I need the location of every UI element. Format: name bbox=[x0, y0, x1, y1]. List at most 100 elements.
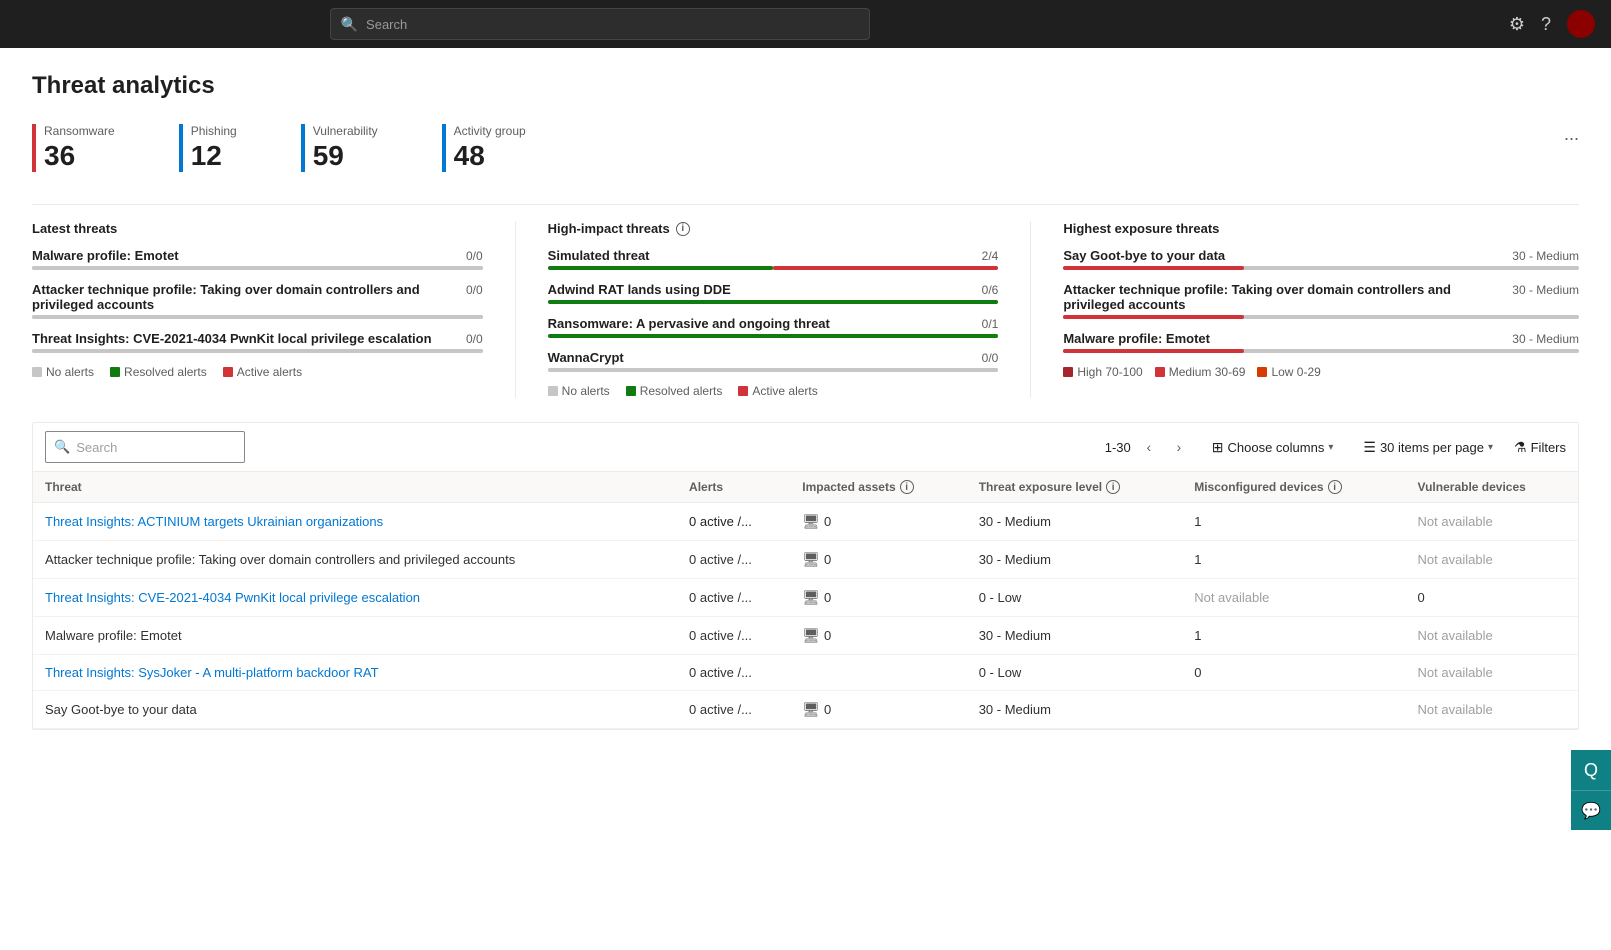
high-impact-item-4: WannaCrypt 0/0 bbox=[548, 350, 999, 372]
table-row: Threat Insights: ACTINIUM targets Ukrain… bbox=[33, 503, 1578, 541]
col-impacted[interactable]: Impacted assets i bbox=[790, 472, 966, 503]
cell-threat-1[interactable]: Threat Insights: ACTINIUM targets Ukrain… bbox=[33, 503, 677, 541]
settings-icon[interactable]: ⚙ bbox=[1509, 14, 1525, 35]
pagination-range: 1-30 bbox=[1105, 440, 1131, 455]
cell-misconfigured-5: 0 bbox=[1182, 655, 1405, 691]
misconfigured-info-icon[interactable]: i bbox=[1328, 480, 1342, 494]
stat-vulnerability-label: Vulnerability bbox=[313, 124, 378, 138]
section-divider bbox=[32, 204, 1579, 205]
choose-columns-button[interactable]: ⊞ Choose columns ▾ bbox=[1203, 434, 1343, 461]
latest-threat-name-2: Attacker technique profile: Taking over … bbox=[32, 282, 466, 312]
cell-alerts-4: 0 active /... bbox=[677, 617, 790, 655]
table-wrapper: Threat Alerts Impacted assets i bbox=[33, 472, 1578, 729]
stat-ransomware: Ransomware 36 bbox=[32, 124, 147, 172]
floating-chat-button[interactable]: Q bbox=[1571, 750, 1611, 790]
high-impact-name-1: Simulated threat bbox=[548, 248, 982, 263]
cell-threat-2: Attacker technique profile: Taking over … bbox=[33, 541, 677, 579]
latest-threat-item-2: Attacker technique profile: Taking over … bbox=[32, 282, 483, 319]
latest-threat-item-3: Threat Insights: CVE-2021-4034 PwnKit lo… bbox=[32, 331, 483, 353]
filters-button[interactable]: ⚗ Filters bbox=[1514, 439, 1566, 456]
latest-threats-title: Latest threats bbox=[32, 221, 483, 236]
search-icon: 🔍 bbox=[341, 16, 358, 33]
high-impact-score-4: 0/0 bbox=[982, 351, 999, 365]
pagination-prev-button[interactable]: ‹ bbox=[1137, 435, 1161, 459]
exposure-item-2: Attacker technique profile: Taking over … bbox=[1063, 282, 1579, 319]
exposure-item-1: Say Goot-bye to your data 30 - Medium bbox=[1063, 248, 1579, 270]
col-alerts[interactable]: Alerts bbox=[677, 472, 790, 503]
high-impact-item-1: Simulated threat 2/4 bbox=[548, 248, 999, 270]
cell-vulnerable-3: 0 bbox=[1406, 579, 1578, 617]
main-content: Threat analytics Ransomware 36 Phishing … bbox=[0, 48, 1611, 950]
legend-dot-green bbox=[110, 367, 120, 377]
exposure-legend-high: High 70-100 bbox=[1063, 365, 1142, 379]
table-row: Say Goot-bye to your data 0 active /... … bbox=[33, 691, 1578, 729]
high-impact-legend-no: No alerts bbox=[548, 384, 610, 398]
stat-ransomware-value: 36 bbox=[44, 140, 115, 172]
legend-dot-green-hi bbox=[626, 386, 636, 396]
stat-phishing: Phishing 12 bbox=[179, 124, 269, 172]
legend-resolved-alerts: Resolved alerts bbox=[110, 365, 207, 379]
pagination-next-button[interactable]: › bbox=[1167, 435, 1191, 459]
cell-impacted-1: 🖥 0 bbox=[790, 503, 966, 541]
cell-impacted-5 bbox=[790, 655, 966, 691]
exposure-bar-2 bbox=[1063, 315, 1579, 319]
cell-impacted-6: 🖥 0 bbox=[790, 691, 966, 729]
cell-exposure-6: 30 - Medium bbox=[967, 691, 1183, 729]
table-search-bar[interactable]: 🔍 bbox=[45, 431, 245, 463]
items-per-page-button[interactable]: ☰ 30 items per page ▾ bbox=[1354, 434, 1502, 461]
col-exposure[interactable]: Threat exposure level i bbox=[967, 472, 1183, 503]
legend-dot-orange bbox=[1257, 367, 1267, 377]
choose-columns-chevron: ▾ bbox=[1328, 442, 1333, 453]
latest-threats-legend: No alerts Resolved alerts Active alerts bbox=[32, 365, 483, 379]
cell-misconfigured-6 bbox=[1182, 691, 1405, 729]
help-icon[interactable]: ? bbox=[1541, 14, 1551, 35]
legend-dot-red-exp bbox=[1155, 367, 1165, 377]
topbar: 🔍 ⚙ ? bbox=[0, 0, 1611, 48]
topbar-search-input[interactable] bbox=[366, 17, 859, 32]
high-impact-name-3: Ransomware: A pervasive and ongoing thre… bbox=[548, 316, 982, 331]
floating-message-button[interactable]: 💬 bbox=[1571, 790, 1611, 830]
stat-activity-value: 48 bbox=[454, 140, 526, 172]
cell-vulnerable-6: Not available bbox=[1406, 691, 1578, 729]
cell-misconfigured-1: 1 bbox=[1182, 503, 1405, 541]
more-options-button[interactable]: ... bbox=[1564, 124, 1579, 145]
cell-threat-6: Say Goot-bye to your data bbox=[33, 691, 677, 729]
legend-dot-darkred bbox=[1063, 367, 1073, 377]
legend-active-alerts: Active alerts bbox=[223, 365, 302, 379]
col-misconfigured[interactable]: Misconfigured devices i bbox=[1182, 472, 1405, 503]
message-icon: 💬 bbox=[1581, 801, 1601, 821]
cell-threat-5[interactable]: Threat Insights: SysJoker - A multi-plat… bbox=[33, 655, 677, 691]
table-search-input[interactable] bbox=[76, 440, 196, 455]
stat-activity-label: Activity group bbox=[454, 124, 526, 138]
high-impact-name-2: Adwind RAT lands using DDE bbox=[548, 282, 982, 297]
topbar-search-bar[interactable]: 🔍 bbox=[330, 8, 870, 40]
col-threat[interactable]: Threat bbox=[33, 472, 677, 503]
cell-alerts-6: 0 active /... bbox=[677, 691, 790, 729]
high-impact-item-2: Adwind RAT lands using DDE 0/6 bbox=[548, 282, 999, 304]
impacted-info-icon[interactable]: i bbox=[900, 480, 914, 494]
table-toolbar: 🔍 1-30 ‹ › ⊞ Choose columns ▾ ☰ 30 items… bbox=[33, 423, 1578, 472]
avatar[interactable] bbox=[1567, 10, 1595, 38]
table-row: Threat Insights: CVE-2021-4034 PwnKit lo… bbox=[33, 579, 1578, 617]
col-vulnerable[interactable]: Vulnerable devices bbox=[1406, 472, 1578, 503]
cell-vulnerable-2: Not available bbox=[1406, 541, 1578, 579]
exposure-name-3: Malware profile: Emotet bbox=[1063, 331, 1512, 346]
exposure-info-icon[interactable]: i bbox=[1106, 480, 1120, 494]
cell-alerts-3: 0 active /... bbox=[677, 579, 790, 617]
exposure-name-2: Attacker technique profile: Taking over … bbox=[1063, 282, 1512, 312]
exposure-item-3: Malware profile: Emotet 30 - Medium bbox=[1063, 331, 1579, 353]
cell-exposure-5: 0 - Low bbox=[967, 655, 1183, 691]
table-search-icon: 🔍 bbox=[54, 439, 70, 455]
table-row: Threat Insights: SysJoker - A multi-plat… bbox=[33, 655, 1578, 691]
latest-threat-name-1: Malware profile: Emotet bbox=[32, 248, 466, 263]
cell-impacted-4: 🖥 0 bbox=[790, 617, 966, 655]
highest-exposure-section: Highest exposure threats Say Goot-bye to… bbox=[1063, 221, 1579, 398]
cell-threat-3[interactable]: Threat Insights: CVE-2021-4034 PwnKit lo… bbox=[33, 579, 677, 617]
high-impact-title: High-impact threats i bbox=[548, 221, 999, 236]
high-impact-info-icon[interactable]: i bbox=[676, 222, 690, 236]
exposure-bar-3 bbox=[1063, 349, 1579, 353]
table-row: Attacker technique profile: Taking over … bbox=[33, 541, 1578, 579]
high-impact-bar-4 bbox=[548, 368, 999, 372]
legend-dot-gray bbox=[32, 367, 42, 377]
cell-vulnerable-4: Not available bbox=[1406, 617, 1578, 655]
